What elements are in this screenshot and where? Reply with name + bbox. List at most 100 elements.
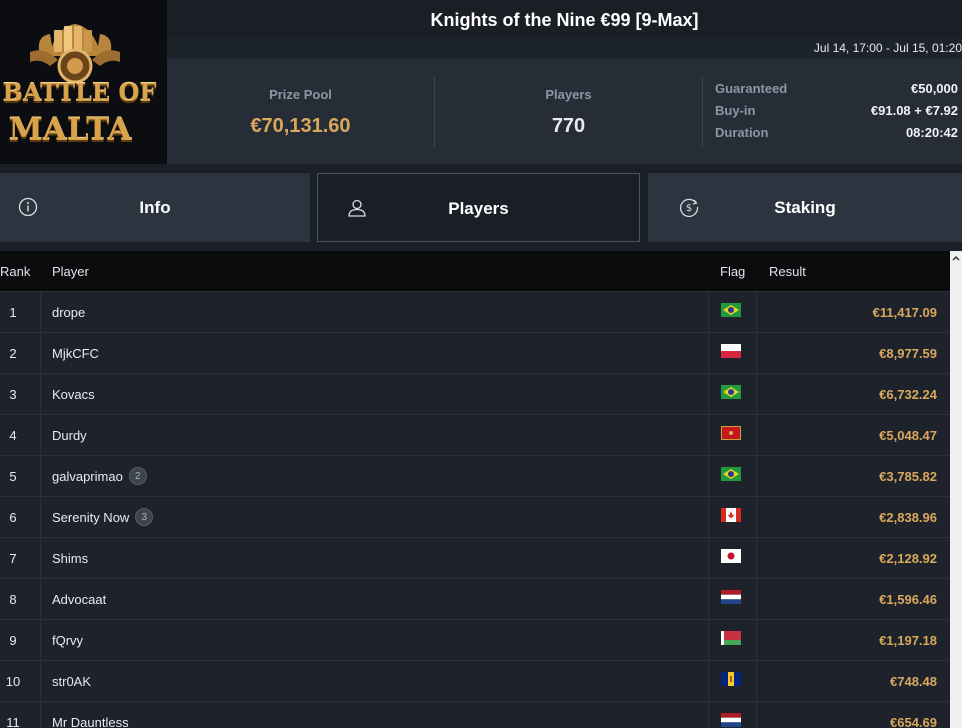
player-cell: galvaprimao 2 (52, 467, 147, 486)
table-row[interactable]: 11 Mr Dauntless €654.69 (0, 701, 950, 728)
tab-bar: Info Players $ Staking (0, 164, 962, 250)
players-value: 770 (551, 115, 586, 137)
column-divider (756, 702, 757, 728)
column-divider (40, 374, 41, 414)
player-cell: drope (52, 305, 85, 320)
column-divider (708, 497, 709, 537)
column-divider (708, 579, 709, 619)
buyin-label: Buy-in (715, 103, 756, 118)
result-cell: €1,596.46 (879, 592, 937, 607)
logo-text-line2: MALTA (8, 112, 132, 148)
barbados-flag-icon (721, 672, 741, 686)
guaranteed-row: Guaranteed €50,000 (715, 81, 958, 103)
player-name[interactable]: Kovacs (52, 387, 95, 402)
duration-label: Duration (715, 125, 769, 140)
prize-pool: Prize Pool €70,131.60 (167, 59, 434, 164)
player-name[interactable]: drope (52, 305, 85, 320)
brazil-flag-icon (721, 467, 741, 481)
result-cell: €11,417.09 (872, 305, 937, 320)
col-header-player[interactable]: Player (52, 264, 89, 279)
table-row[interactable]: 6 Serenity Now 3 €2,838.96 (0, 496, 950, 537)
player-name[interactable]: Mr Dauntless (52, 715, 129, 728)
tab-players[interactable]: Players (317, 173, 640, 242)
table-row[interactable]: 1 drope €11,417.09 (0, 291, 950, 332)
player-cell: MjkCFC (52, 346, 99, 361)
column-divider (708, 292, 709, 332)
column-divider (40, 415, 41, 455)
result-cell: €6,732.24 (879, 387, 937, 402)
tournament-dates: Jul 14, 17:00 - Jul 15, 01:20 (813, 41, 962, 55)
brazil-flag-icon (721, 303, 741, 317)
player-cell: Kovacs (52, 387, 95, 402)
tournament-title: Knights of the Nine €99 [9-Max] (167, 0, 962, 36)
player-name[interactable]: Shims (52, 551, 88, 566)
result-cell: €8,977.59 (879, 346, 937, 361)
prize-pool-value: €70,131.60 (250, 115, 351, 137)
table-header: Rank Player Flag Result (0, 251, 950, 291)
buyin-row: Buy-in €91.08 + €7.92 (715, 103, 958, 125)
result-cell: €654.69 (890, 715, 937, 728)
result-cell: €748.48 (890, 674, 937, 689)
column-divider (40, 333, 41, 373)
column-divider (40, 702, 41, 728)
column-divider (708, 374, 709, 414)
player-cell: str0AK (52, 674, 91, 689)
rank-cell: 9 (9, 633, 17, 648)
table-row[interactable]: 7 Shims €2,128.92 (0, 537, 950, 578)
table-row[interactable]: 10 str0AK €748.48 (0, 660, 950, 701)
column-divider (756, 661, 757, 701)
tab-staking[interactable]: $ Staking (648, 173, 962, 242)
guaranteed-value: €50,000 (911, 81, 958, 96)
rank-cell: 4 (9, 428, 17, 443)
column-divider (40, 538, 41, 578)
tournament-details: Guaranteed €50,000 Buy-in €91.08 + €7.92… (715, 81, 958, 147)
player-name[interactable]: MjkCFC (52, 346, 99, 361)
table-row[interactable]: 4 Durdy €5,048.47 (0, 414, 950, 455)
column-divider (756, 333, 757, 373)
result-cell: €5,048.47 (879, 428, 937, 443)
col-header-rank[interactable]: Rank (0, 264, 30, 279)
tab-info[interactable]: Info (0, 173, 310, 242)
duration-row: Duration 08:20:42 (715, 125, 958, 147)
column-divider (708, 620, 709, 660)
table-row[interactable]: 8 Advocaat €1,596.46 (0, 578, 950, 619)
scrollbar[interactable] (950, 251, 962, 728)
tab-players-label: Players (448, 199, 509, 218)
column-divider (708, 702, 709, 728)
rank-cell: 5 (9, 469, 17, 484)
tournament-stats: Prize Pool €70,131.60 Players 770 Guaran… (167, 59, 962, 164)
rank-cell: 7 (9, 551, 17, 566)
rank-cell: 1 (9, 305, 17, 320)
player-name[interactable]: str0AK (52, 674, 91, 689)
result-cell: €2,838.96 (879, 510, 937, 525)
event-logo: BATTLE OF MALTA (0, 0, 167, 164)
scroll-up-arrow-icon[interactable] (950, 251, 962, 267)
poland-flag-icon (721, 344, 741, 358)
column-divider (756, 415, 757, 455)
col-header-flag[interactable]: Flag (720, 264, 745, 279)
player-cell: Mr Dauntless (52, 715, 129, 728)
player-name[interactable]: Durdy (52, 428, 87, 443)
players-label: Players (545, 87, 592, 102)
brazil-flag-icon (721, 385, 741, 399)
rank-cell: 3 (9, 387, 17, 402)
table-row[interactable]: 3 Kovacs €6,732.24 (0, 373, 950, 414)
rank-cell: 11 (6, 715, 20, 728)
column-divider (40, 661, 41, 701)
table-row[interactable]: 2 MjkCFC €8,977.59 (0, 332, 950, 373)
player-name[interactable]: Serenity Now (52, 510, 129, 525)
table-row[interactable]: 5 galvaprimao 2 €3,785.82 (0, 455, 950, 496)
column-divider (708, 538, 709, 578)
tab-staking-label: Staking (774, 198, 836, 217)
player-name[interactable]: galvaprimao (52, 469, 123, 484)
players-count: Players 770 (435, 59, 702, 164)
column-divider (756, 538, 757, 578)
player-name[interactable]: Advocaat (52, 592, 106, 607)
belarus-flag-icon (721, 631, 741, 645)
rank-cell: 2 (9, 346, 17, 361)
player-cell: Serenity Now 3 (52, 508, 154, 527)
table-row[interactable]: 9 fQrvy €1,197.18 (0, 619, 950, 660)
col-header-result[interactable]: Result (769, 264, 806, 279)
player-name[interactable]: fQrvy (52, 633, 83, 648)
prize-pool-label: Prize Pool (269, 87, 332, 102)
